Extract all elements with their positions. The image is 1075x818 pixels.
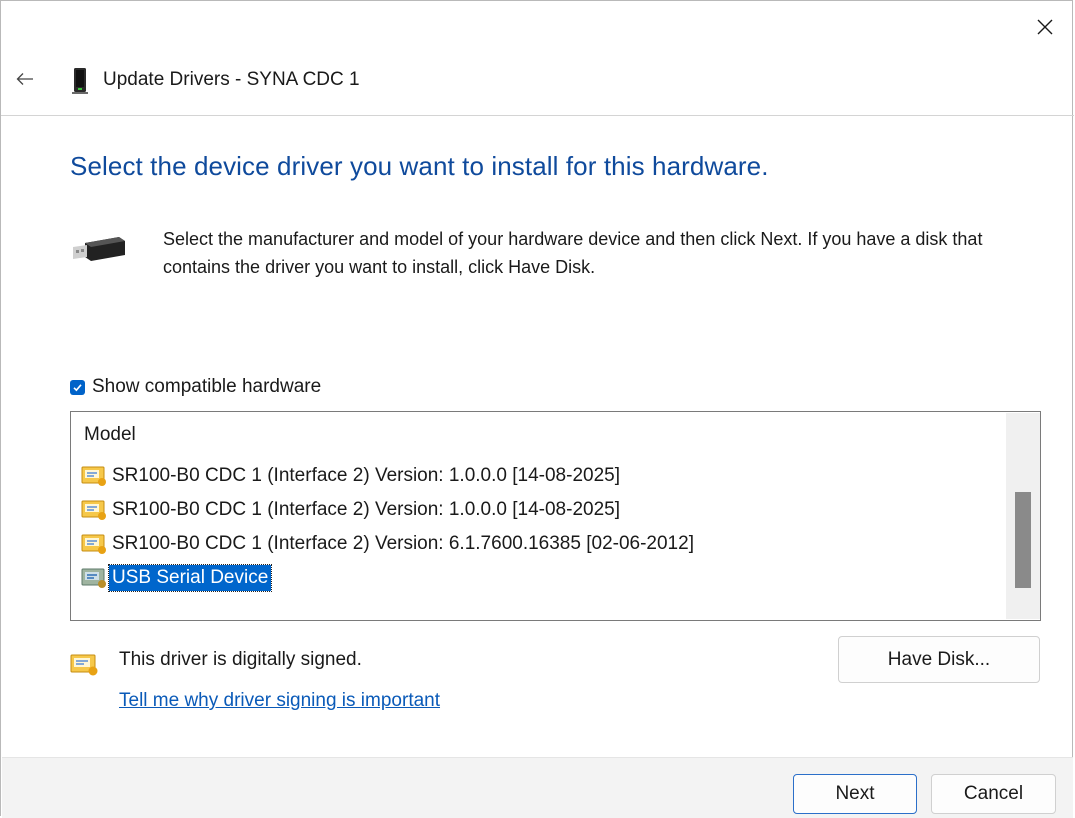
instructions-text: Select the manufacturer and model of you… [163, 229, 983, 277]
model-listbox[interactable]: Model SR100-B0 CDC 1 (Interface 2) Versi… [70, 411, 1041, 621]
update-drivers-window: Update Drivers - SYNA CDC 1 Select the d… [0, 0, 1074, 818]
driver-certificate-icon [81, 500, 106, 520]
driver-certificate-icon [81, 466, 106, 486]
show-compatible-label: Show compatible hardware [92, 376, 322, 397]
page-heading: Select the device driver you want to ins… [70, 151, 769, 181]
back-button[interactable] [9, 59, 41, 99]
list-item-label: SR100-B0 CDC 1 (Interface 2) Version: 6.… [112, 533, 694, 554]
list-item-selected[interactable]: USB Serial Device [81, 561, 697, 595]
driver-certificate-icon [81, 568, 106, 588]
driver-signing-link[interactable]: Tell me why driver signing is important [119, 690, 440, 712]
list-item[interactable]: SR100-B0 CDC 1 (Interface 2) Version: 6.… [81, 527, 697, 561]
signed-driver-icon [70, 654, 98, 676]
show-compatible-checkbox[interactable]: Show compatible hardware [70, 374, 321, 400]
cancel-button[interactable]: Cancel [931, 774, 1056, 814]
list-item-label: USB Serial Device [107, 564, 273, 592]
back-arrow-icon [16, 73, 33, 85]
next-button[interactable]: Next [793, 774, 917, 814]
list-item[interactable]: SR100-B0 CDC 1 (Interface 2) Version: 1.… [81, 459, 697, 493]
scrollbar-track [1006, 413, 1040, 457]
signed-status-text: This driver is digitally signed. [119, 649, 362, 670]
model-list: SR100-B0 CDC 1 (Interface 2) Version: 1.… [81, 459, 697, 595]
driver-certificate-icon [81, 534, 106, 554]
window-title: Update Drivers - SYNA CDC 1 [103, 69, 360, 90]
close-button[interactable] [1023, 7, 1067, 47]
scrollbar-thumb[interactable] [1015, 492, 1031, 588]
have-disk-button[interactable]: Have Disk... [838, 636, 1040, 683]
list-item-label: SR100-B0 CDC 1 (Interface 2) Version: 1.… [112, 465, 620, 486]
checkbox-checked-icon[interactable] [70, 379, 85, 395]
list-item[interactable]: SR100-B0 CDC 1 (Interface 2) Version: 1.… [81, 493, 697, 527]
model-column-header: Model [84, 424, 136, 445]
close-icon [1037, 19, 1053, 35]
usb-plug-icon [73, 237, 125, 261]
vertical-scrollbar[interactable] [1006, 413, 1040, 619]
header-divider [1, 115, 1074, 116]
title-row: Update Drivers - SYNA CDC 1 [1, 59, 1074, 104]
device-icon [72, 68, 88, 94]
list-item-label: SR100-B0 CDC 1 (Interface 2) Version: 1.… [112, 499, 620, 520]
